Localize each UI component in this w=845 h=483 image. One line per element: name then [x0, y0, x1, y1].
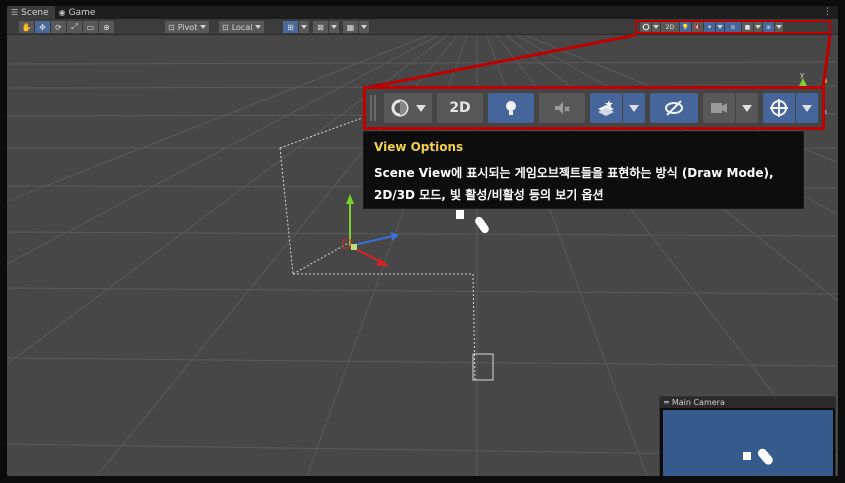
toggle-2d-big-button[interactable]: 2D [437, 93, 483, 123]
audio-toggle-button[interactable] [539, 93, 585, 123]
scene-visibility-icon [665, 100, 683, 116]
effects-dropdown-button[interactable] [623, 93, 645, 123]
chevron-down-icon [802, 104, 812, 112]
view-options-callout: 2D [363, 86, 825, 130]
unity-scene-window: ☰ Scene ◉ Game ⋮ ✋ ✥ ⟳ ⤢ ▭ ⊕ ⊡ Pivot ⊡ L… [7, 6, 838, 476]
camera-dropdown-button[interactable] [736, 93, 758, 123]
view-options-tooltip: View Options Scene View에 표시되는 게임오브젝트들을 표… [363, 131, 804, 209]
effects-split [590, 93, 645, 123]
camera-settings-button[interactable] [703, 93, 735, 123]
tooltip-line-1: Scene View에 표시되는 게임오브젝트들을 표현하는 방식 (Draw … [374, 166, 774, 180]
draw-mode-icon [391, 99, 409, 117]
draw-mode-button[interactable] [384, 93, 432, 123]
gizmos-button[interactable] [763, 93, 795, 123]
chevron-down-icon [742, 104, 752, 112]
grip-handle-icon[interactable] [370, 95, 376, 121]
gizmos-icon [770, 99, 788, 117]
effects-icon [598, 100, 614, 116]
camera-split [703, 93, 758, 123]
gizmos-split [763, 93, 818, 123]
effects-button[interactable] [590, 93, 622, 123]
chevron-down-icon [629, 104, 639, 112]
camera-icon [711, 103, 727, 113]
scene-visibility-button[interactable] [650, 93, 698, 123]
lighting-icon [506, 101, 516, 115]
audio-mute-icon [555, 102, 570, 114]
lighting-toggle-button[interactable] [488, 93, 534, 123]
callout-connector [364, 33, 832, 90]
tooltip-line-2: 2D/3D 모드, 빛 활성/비활성 등의 보기 옵션 [374, 188, 604, 202]
gizmos-dropdown-button[interactable] [796, 93, 818, 123]
tooltip-title: View Options [374, 140, 464, 154]
draw-mode-split [384, 93, 432, 123]
chevron-down-icon [416, 104, 426, 112]
